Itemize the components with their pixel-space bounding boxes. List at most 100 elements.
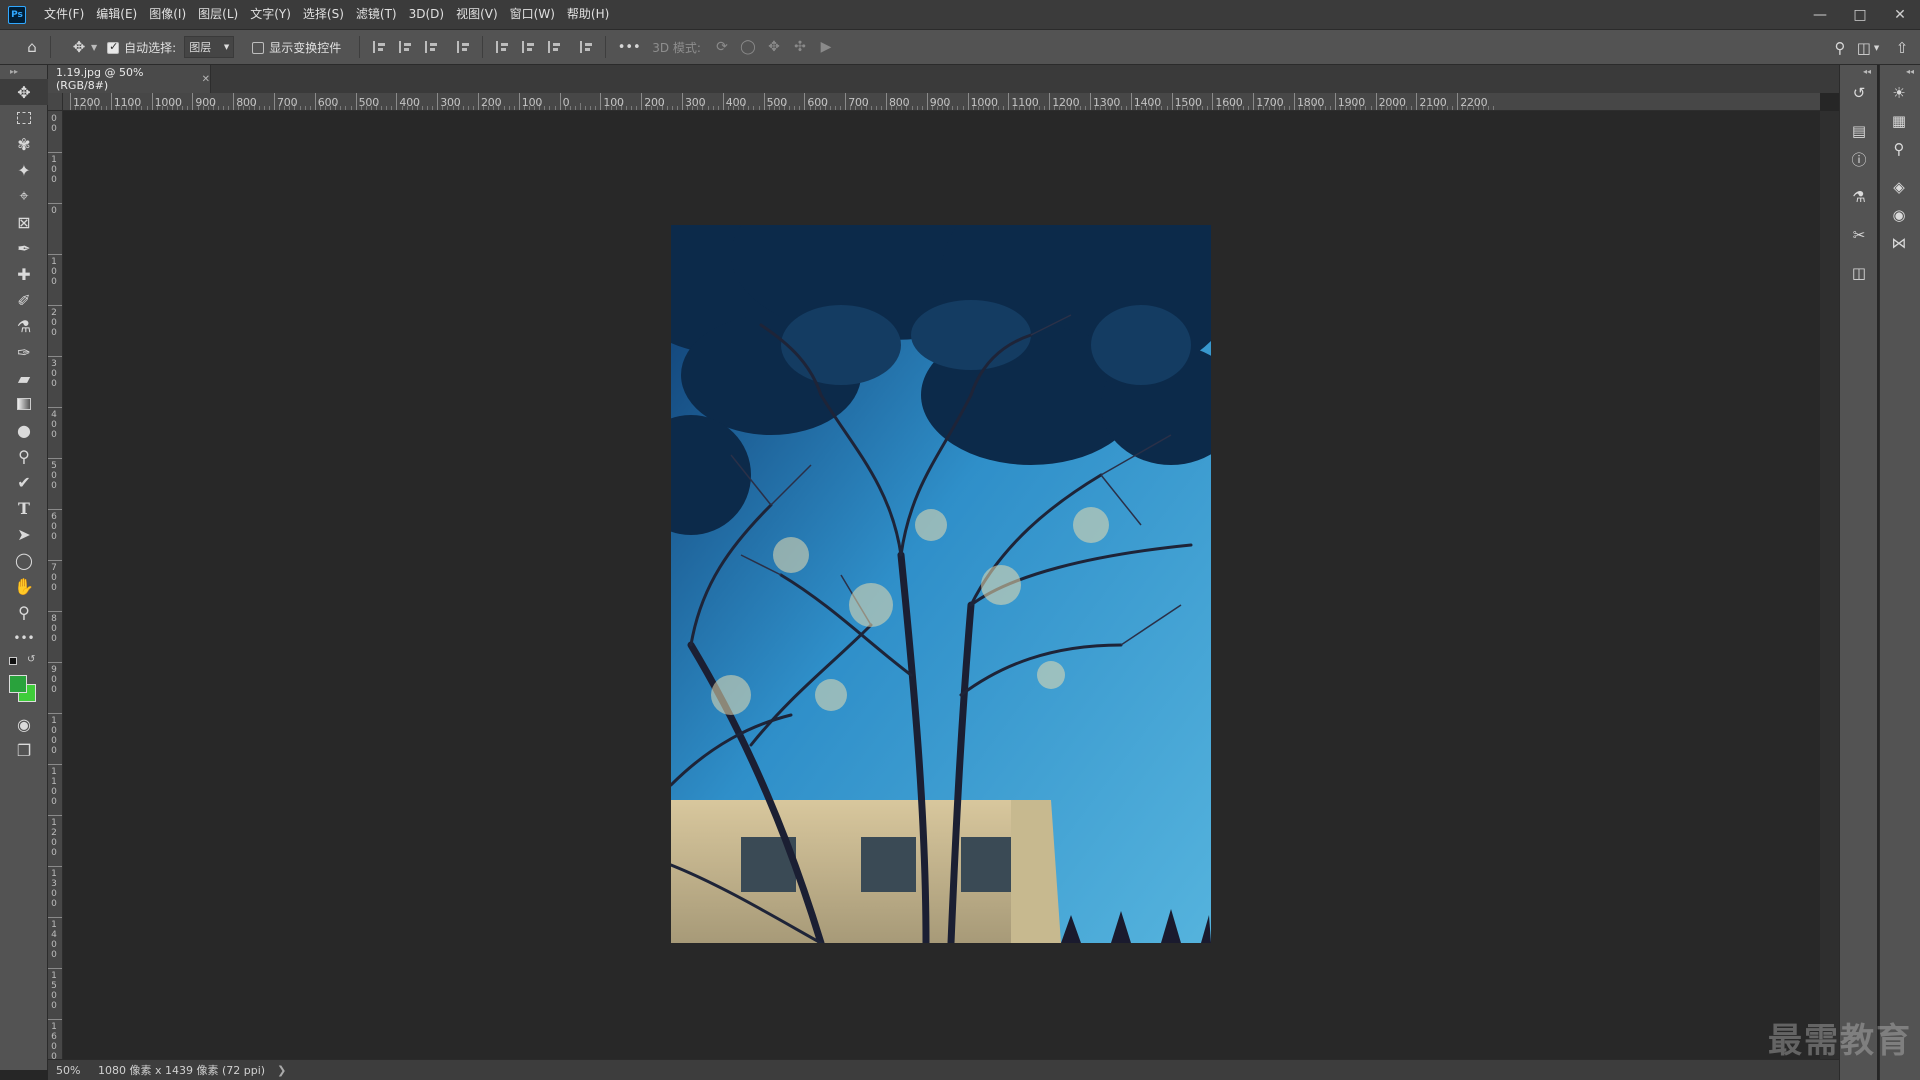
zoom-icon[interactable]: ⚲ [0,599,48,625]
swap-colors-icon[interactable]: ↺ [27,654,35,665]
gradient-icon[interactable] [0,391,48,417]
roll-3d-icon[interactable]: ◯ [735,35,761,59]
scale-3d-icon[interactable]: ▶ [813,35,839,59]
eraser-icon[interactable]: ▰ [0,365,48,391]
hand-icon[interactable]: ✋ [0,573,48,599]
ruler-label: 700 [51,563,57,593]
distribute-horizontal-icon[interactable] [573,35,599,59]
collapse-panels-icon[interactable]: ◂◂ [1840,65,1877,79]
search-icon[interactable]: ⚲ [1828,36,1852,60]
auto-select-checkbox[interactable] [107,40,124,54]
history-brush-icon[interactable]: ✑ [0,339,48,365]
ruler-major-tick [274,93,275,110]
tool-presets-icon[interactable]: ✂ [1840,221,1878,249]
eyedropper-icon[interactable]: ✒ [0,235,48,261]
menu-help[interactable]: 帮助(H) [561,0,615,29]
close-tab-icon[interactable]: ✕ [202,74,210,85]
document-tab[interactable]: 1.19.jpg @ 50%(RGB/8#) ✕ [48,65,211,93]
horizontal-ruler[interactable]: 1200 1100 1000 900 800 700 600 500 400 300 200 100 0… [63,93,1820,111]
path-selection-icon[interactable]: ➤ [0,521,48,547]
expand-toolbar-icon[interactable]: ▸▸ [0,65,47,79]
clone-source-icon[interactable]: ⚗ [1840,183,1878,211]
photoshop-logo-icon[interactable]: Ps [8,5,26,24]
align-bottom-icon[interactable] [541,35,567,59]
auto-select-target-dropdown[interactable]: 图层 ▼ [184,36,235,58]
edit-toolbar-icon[interactable]: ••• [0,625,48,651]
menu-3d[interactable]: 3D(D) [403,0,450,29]
canvas-area[interactable] [63,111,1820,1059]
brush-icon[interactable]: ✐ [0,287,48,313]
crop-icon[interactable]: ⌖ [0,183,48,209]
home-icon[interactable]: ⌂ [20,35,44,59]
vertical-ruler[interactable]: 2001000100200300400500600700800900100011… [48,111,63,1059]
quick-mask-icon[interactable]: ◉ [0,711,48,737]
clone-stamp-icon[interactable]: ⚗ [0,313,48,339]
divider [359,36,361,58]
distribute-vertical-icon[interactable] [450,35,476,59]
move-tool-icon[interactable]: ✥ [67,35,91,59]
align-top-icon[interactable] [489,35,515,59]
menu-select[interactable]: 选择(S) [297,0,350,29]
ruler-minor-tick [105,106,107,110]
zoom-level[interactable]: 50% [48,1064,88,1077]
default-colors-icon[interactable] [9,657,17,665]
drag-3d-icon[interactable]: ✥ [761,35,787,59]
menu-type[interactable]: 文字(Y) [244,0,297,29]
chevron-right-icon[interactable]: ❯ [277,1064,286,1077]
align-vertical-center-icon[interactable] [515,35,541,59]
document-image[interactable] [671,225,1211,943]
adjustments-icon[interactable]: ☀ [1880,79,1918,107]
menu-filter[interactable]: 滤镜(T) [350,0,403,29]
foreground-color-swatch[interactable] [9,675,27,693]
frame-icon[interactable]: ⊠ [0,209,48,235]
maximize-icon[interactable]: □ [1840,0,1880,29]
move-tool-icon[interactable]: ✥ [0,79,48,105]
healing-brush-icon[interactable]: ✚ [0,261,48,287]
ruler-label: 1500 [51,971,57,1011]
ruler-minor-tick [671,106,673,110]
ruler-minor-tick [432,106,434,110]
align-left-icon[interactable] [366,35,392,59]
ellipse-icon[interactable]: ◯ [0,547,48,573]
notes-icon[interactable]: ◫ [1840,259,1878,287]
menu-layer[interactable]: 图层(L) [192,0,244,29]
close-icon[interactable]: ✕ [1880,0,1920,29]
show-transform-checkbox[interactable] [252,40,269,54]
screen-mode-icon[interactable]: ❐ [0,737,48,763]
ruler-origin[interactable] [48,93,63,111]
info-icon[interactable]: ⓘ [1840,145,1878,173]
slide-3d-icon[interactable]: ✣ [787,35,813,59]
ruler-minor-tick [1324,106,1326,110]
swatches-icon[interactable]: ▦ [1880,107,1918,135]
magic-wand-icon[interactable]: ✦ [0,157,48,183]
chevron-down-icon[interactable]: ▼ [91,43,97,52]
rectangular-marquee-icon[interactable] [0,105,48,131]
ruler-label: 800 [236,96,257,109]
menu-view[interactable]: 视图(V) [450,0,504,29]
properties-icon[interactable]: ▤ [1840,117,1878,145]
menu-image[interactable]: 图像(I) [143,0,192,29]
learn-icon[interactable]: ⚲ [1880,135,1918,163]
align-horizontal-center-icon[interactable] [392,35,418,59]
layers-icon[interactable]: ◈ [1880,173,1918,201]
history-icon[interactable]: ↺ [1840,79,1878,107]
ruler-minor-tick [880,106,882,110]
collapse-dock-icon[interactable]: ◂◂ [1880,65,1920,79]
more-options-icon[interactable]: ••• [612,35,646,59]
align-right-icon[interactable] [418,35,444,59]
paths-icon[interactable]: ⋈ [1880,229,1918,257]
workspace-icon[interactable]: ◫ ▼ [1852,36,1884,60]
type-tool-icon[interactable]: T [0,495,48,521]
orbit-3d-icon[interactable]: ⟳ [709,35,735,59]
menu-file[interactable]: 文件(F) [38,0,90,29]
ruler-minor-tick [217,106,219,110]
pen-icon[interactable]: ✔ [0,469,48,495]
minimize-icon[interactable]: — [1800,0,1840,29]
share-icon[interactable]: ⇧ [1890,36,1914,60]
menu-edit[interactable]: 编辑(E) [90,0,143,29]
blur-icon[interactable]: ● [0,417,48,443]
lasso-icon[interactable]: ✾ [0,131,48,157]
dodge-icon[interactable]: ⚲ [0,443,48,469]
channels-icon[interactable]: ◉ [1880,201,1918,229]
menu-window[interactable]: 窗口(W) [504,0,561,29]
